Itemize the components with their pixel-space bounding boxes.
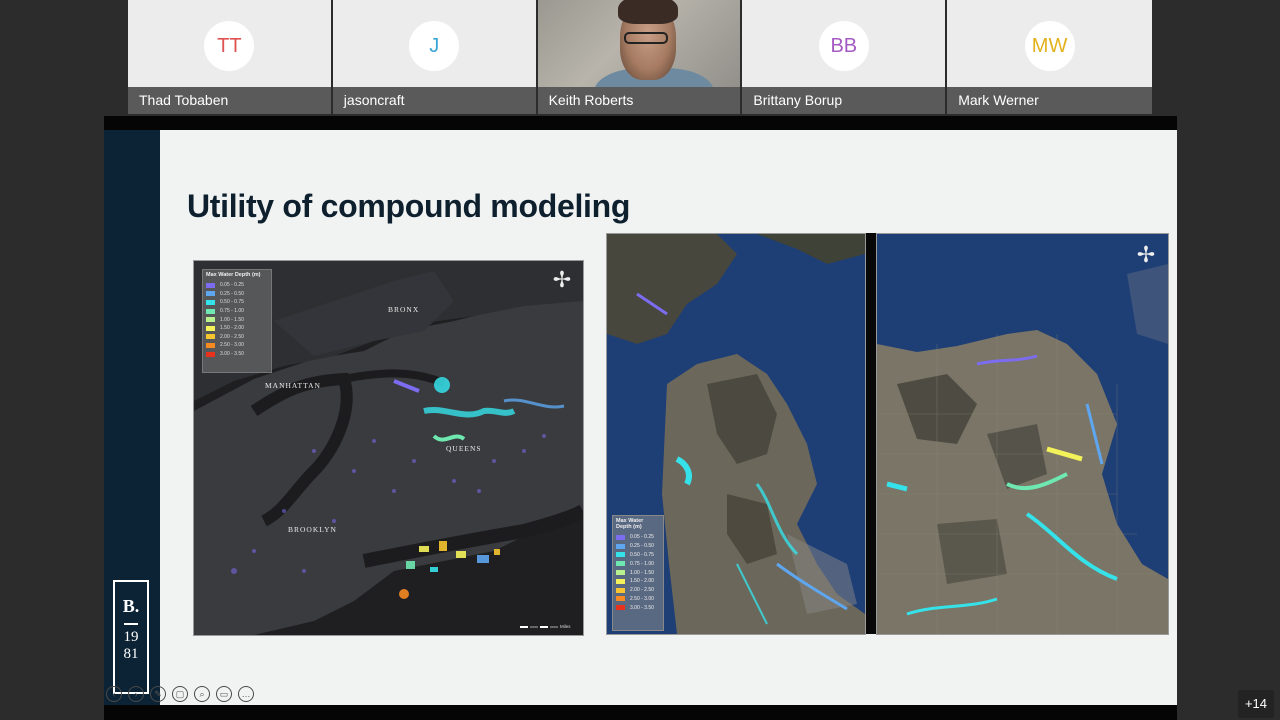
label-bronx: BRONX (388, 305, 420, 314)
participant-video-tile[interactable]: Keith Roberts (537, 0, 741, 114)
nyc-flood-map: Max Water Depth (m) 0.05 - 0.25 0.25 - 0… (193, 260, 584, 636)
slide-toolbar: ‹ › ✎ ▢ ⌕ ▭ … (106, 686, 254, 702)
scale-bar: Miles (520, 624, 571, 629)
participant-tile[interactable]: TT Thad Tobaben (128, 0, 331, 114)
legend-item: 0.50 - 0.75 (616, 551, 660, 560)
avatar: J (409, 21, 460, 71)
map-divider (866, 233, 876, 634)
flood-depth-legend: Max Water Depth (m) 0.05 - 0.25 0.25 - 0… (612, 515, 664, 631)
sf-flood-map-left: Max Water Depth (m) 0.05 - 0.25 0.25 - 0… (606, 233, 866, 635)
compass-icon: ✢ (1136, 242, 1156, 267)
subtitles-icon[interactable]: ▭ (216, 686, 232, 702)
zoom-icon[interactable]: ⌕ (194, 686, 210, 702)
slides-icon[interactable]: ▢ (172, 686, 188, 702)
more-options-icon[interactable]: … (238, 686, 254, 702)
avatar: BB (818, 21, 869, 71)
legend-item: 1.00 - 1.50 (206, 315, 268, 324)
slide-side-band: B. 19 81 (104, 130, 160, 705)
participant-name: Mark Werner (947, 87, 1152, 114)
sf-flood-map-right: ✢ (876, 233, 1169, 635)
participant-tile[interactable]: J jasoncraft (332, 0, 536, 114)
legend-item: 1.00 - 1.50 (616, 568, 660, 577)
legend-item: 2.00 - 2.50 (616, 586, 660, 595)
legend-item: 2.50 - 3.00 (616, 595, 660, 604)
participant-name: Brittany Borup (742, 87, 946, 114)
legend-item: 0.25 - 0.50 (616, 542, 660, 551)
video-person-hair (617, 0, 678, 24)
participant-tile[interactable]: MW Mark Werner (947, 0, 1152, 114)
legend-item: 1.50 - 2.00 (616, 577, 660, 586)
video-person-glasses (623, 32, 668, 44)
slide-title: Utility of compound modeling (187, 188, 631, 224)
legend-item: 0.75 - 1.00 (616, 559, 660, 568)
pen-icon[interactable]: ✎ (150, 686, 166, 702)
legend-item: 0.25 - 0.50 (206, 290, 268, 299)
more-participants-button[interactable]: +14 (1238, 690, 1274, 718)
presentation-slide: B. 19 81 Utility of compound modeling Ma… (104, 130, 1177, 705)
participant-name: Keith Roberts (537, 87, 741, 114)
label-brooklyn: BROOKLYN (288, 525, 337, 534)
participant-tile[interactable]: BB Brittany Borup (742, 0, 946, 114)
legend-item: 0.75 - 1.00 (206, 307, 268, 316)
legend-item: 3.00 - 3.50 (206, 350, 268, 359)
label-manhattan: MANHATTAN (265, 381, 321, 390)
compass-icon: ✢ (552, 267, 572, 292)
legend-item: 2.50 - 3.00 (206, 341, 268, 350)
legend-item: 2.00 - 2.50 (206, 333, 268, 342)
participant-name: Thad Tobaben (128, 87, 331, 114)
participant-strip: TT Thad Tobaben J jasoncraft Keith Rober… (128, 0, 1152, 114)
next-icon[interactable]: › (128, 686, 144, 702)
avatar: TT (204, 21, 255, 71)
legend-item: 0.50 - 0.75 (206, 298, 268, 307)
label-queens: QUEENS (446, 444, 482, 453)
brand-logo: B. 19 81 (113, 580, 149, 694)
sf-right-graphic (877, 264, 1168, 634)
avatar: MW (1024, 21, 1075, 71)
legend-item: 0.05 - 0.25 (616, 533, 660, 542)
participant-name: jasoncraft (332, 87, 536, 114)
flood-depth-legend: Max Water Depth (m) 0.05 - 0.25 0.25 - 0… (202, 269, 272, 373)
previous-icon[interactable]: ‹ (106, 686, 122, 702)
legend-item: 1.50 - 2.00 (206, 324, 268, 333)
legend-item: 3.00 - 3.50 (616, 603, 660, 612)
legend-item: 0.05 - 0.25 (206, 281, 268, 290)
